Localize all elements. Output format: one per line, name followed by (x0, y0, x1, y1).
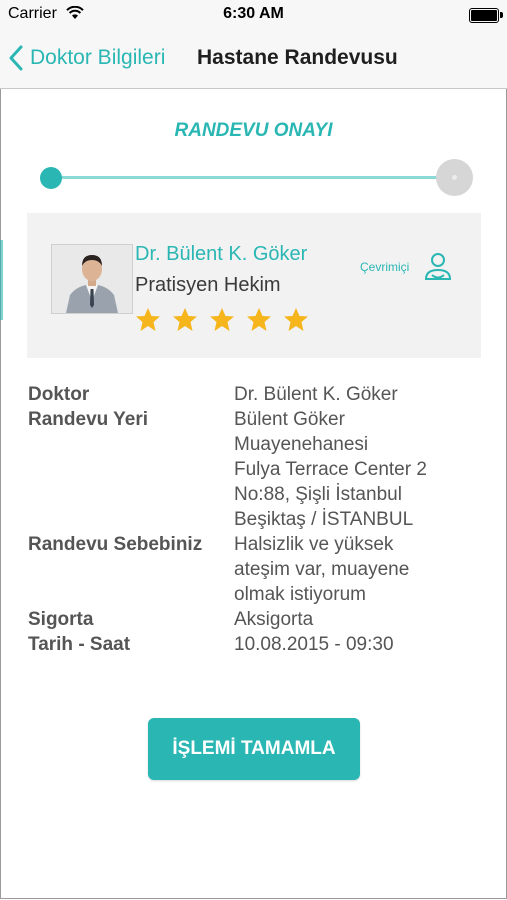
status-bar: Carrier 6:30 AM (0, 0, 507, 30)
back-chevron-icon (9, 45, 23, 71)
doctor-specialty: Pratisyen Hekim (135, 274, 281, 296)
detail-label: Sigorta (28, 609, 94, 630)
detail-value: Dr. Bülent K. Göker (234, 384, 398, 405)
online-user-icon[interactable] (424, 251, 452, 288)
edge-indicator (0, 240, 3, 320)
detail-row-datetime: Tarih - Saat 10.08.2015 - 09:30 (28, 632, 488, 657)
star-icon (284, 308, 308, 331)
detail-row-insurance: Sigorta Aksigorta (28, 607, 488, 632)
progress-current-step (40, 167, 62, 189)
detail-value: Halsizlik ve yüksek ateşim var, muayene … (234, 534, 410, 605)
back-button[interactable]: Doktor Bilgileri (8, 42, 165, 74)
doctor-name[interactable]: Dr. Bülent K. Göker (135, 243, 307, 266)
star-icon (247, 308, 271, 331)
navigation-bar: Doktor Bilgileri Hastane Randevusu (0, 30, 507, 89)
doctor-card: Dr. Bülent K. Göker Pratisyen Hekim Çevr… (27, 213, 481, 358)
detail-label: Randevu Sebebiniz (28, 534, 203, 555)
rating-stars (135, 307, 309, 332)
back-button-label: Doktor Bilgileri (30, 46, 166, 69)
progress-track (50, 176, 438, 179)
detail-label: Doktor (28, 384, 90, 405)
doctor-avatar (51, 244, 133, 314)
star-icon (136, 308, 160, 331)
detail-value: 10.08.2015 - 09:30 (234, 634, 394, 655)
detail-row-doctor: Doktor Dr. Bülent K. Göker (28, 382, 488, 407)
detail-row-reason: Randevu Sebebiniz Halsizlik ve yüksek at… (28, 532, 488, 607)
progress-final-step (436, 159, 473, 196)
complete-appointment-button[interactable]: İŞLEMİ TAMAMLA (148, 718, 360, 780)
star-icon (173, 308, 197, 331)
detail-label: Tarih - Saat (28, 634, 131, 655)
detail-value: Aksigorta (234, 609, 314, 630)
clock: 6:30 AM (223, 5, 284, 22)
star-icon (210, 308, 234, 331)
appointment-details: Doktor Dr. Bülent K. Göker Randevu Yeri … (28, 382, 488, 657)
step-title: RANDEVU ONAYI (174, 120, 333, 141)
battery-icon (469, 8, 503, 23)
online-status-label: Çevrimiçi (360, 260, 410, 274)
detail-label: Randevu Yeri (28, 409, 149, 430)
detail-value: Bülent Göker Muayenehanesi Fulya Terrace… (234, 409, 427, 530)
page-title: Hastane Randevusu (197, 46, 398, 69)
detail-row-location: Randevu Yeri Bülent Göker Muayenehanesi … (28, 407, 488, 532)
